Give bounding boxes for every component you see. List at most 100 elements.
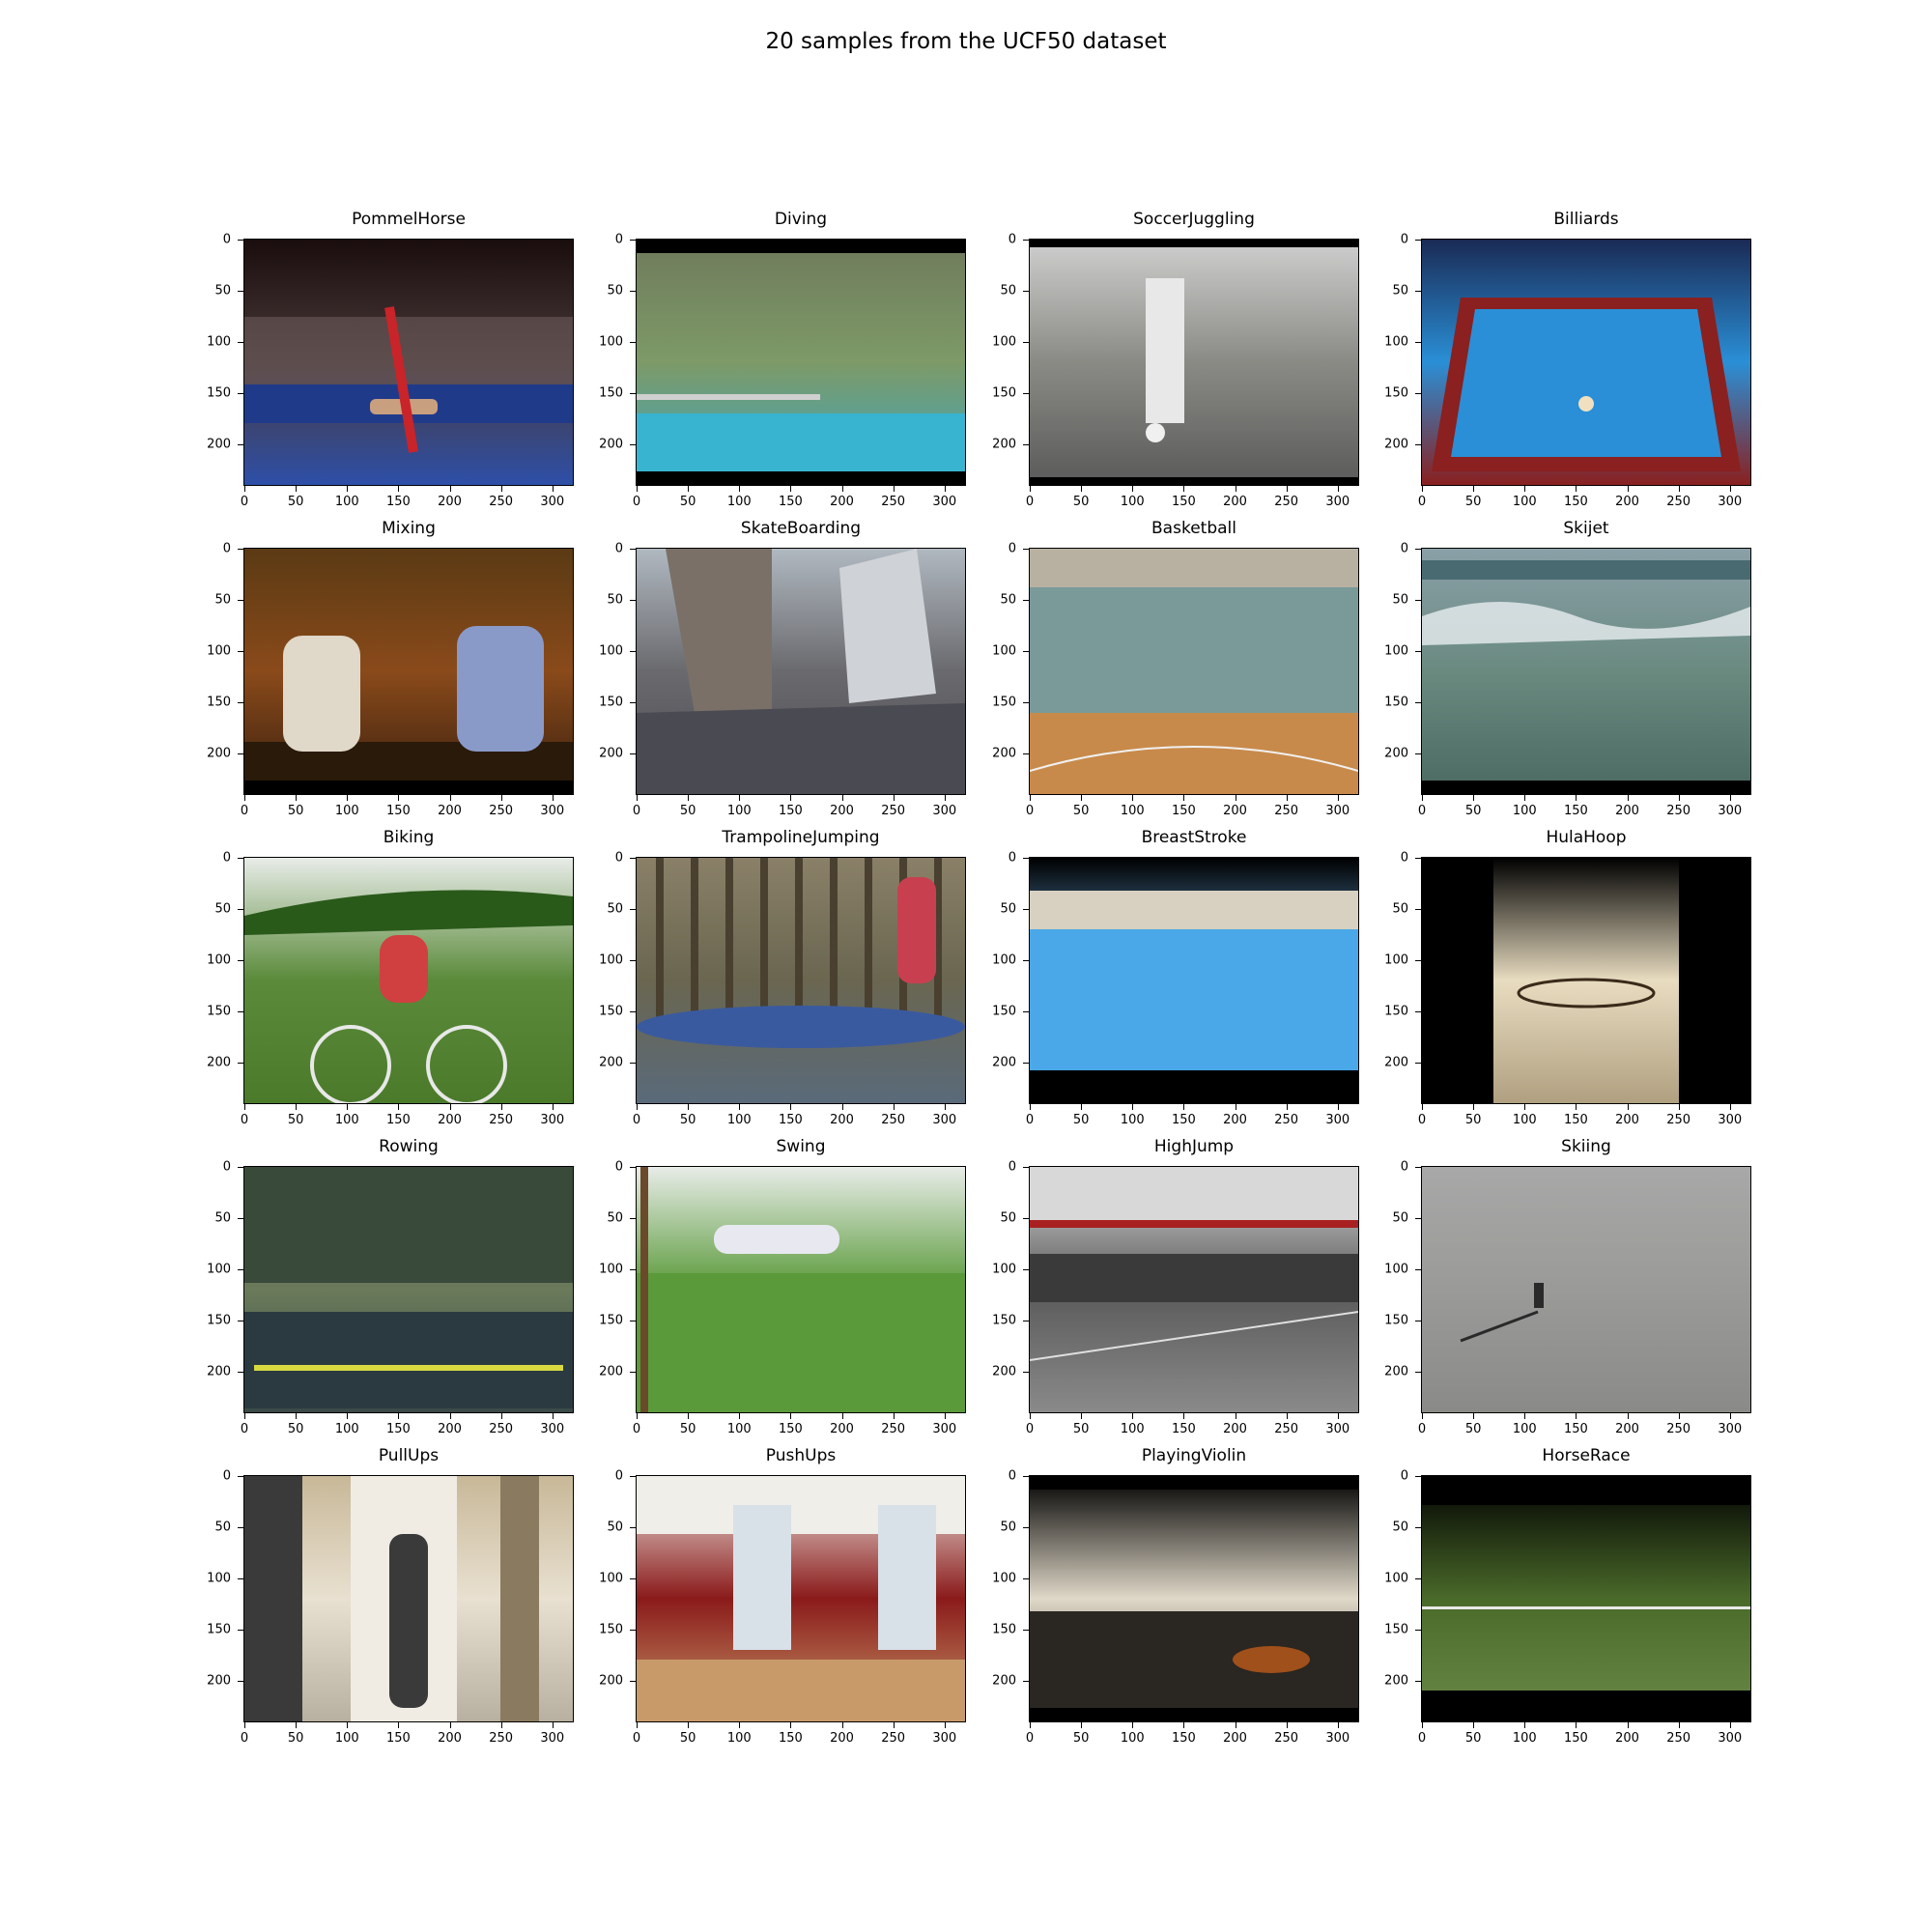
x-tick-mark [1183, 1104, 1185, 1110]
x-tick-label: 50 [1072, 804, 1090, 818]
y-tick-label: 50 [1000, 592, 1016, 608]
sample-frame-image [636, 548, 966, 795]
y-tick-mark [1415, 959, 1421, 961]
x-tick-label: 150 [1563, 1422, 1588, 1436]
x-tick-label: 200 [1223, 1731, 1247, 1746]
y-tick-label: 150 [599, 385, 623, 401]
y-tick-label: 50 [1392, 283, 1408, 298]
x-tick-mark [1473, 795, 1475, 801]
y-tick-mark [1415, 701, 1421, 703]
y-tick-mark [1415, 1167, 1421, 1168]
y-tick-label: 100 [207, 1262, 231, 1277]
y-tick-label: 0 [1400, 1159, 1408, 1175]
y-tick-mark [1415, 858, 1421, 859]
x-tick-mark [1678, 486, 1680, 492]
y-tick-label: 0 [222, 232, 231, 247]
x-tick-mark [1030, 1104, 1031, 1110]
x-tick-mark [244, 795, 245, 801]
x-tick-label: 100 [1512, 1422, 1537, 1436]
y-tick-label: 0 [1008, 541, 1016, 556]
x-tick-label: 200 [1615, 804, 1639, 818]
y-tick-mark [1023, 240, 1029, 241]
sample-label: PushUps [765, 1446, 837, 1465]
y-tick-mark [1415, 341, 1421, 343]
sample-panel: SkateBoarding 0 50 100 150 200 250 300 0 50 100 150… [599, 519, 966, 817]
sample-panel: Basketball 0 50 100 150 200 250 300 0 50 100 150 200 [992, 519, 1359, 817]
x-tick-mark [1422, 486, 1423, 492]
y-tick-mark [630, 549, 636, 550]
sample-frame-image [1029, 1475, 1359, 1722]
x-tick-label: 300 [932, 1113, 957, 1127]
y-tick-mark [1023, 1629, 1029, 1631]
x-tick-label: 150 [385, 804, 411, 818]
x-tick-mark [398, 486, 400, 492]
x-tick-label: 100 [726, 495, 752, 509]
x-tick-mark [1524, 486, 1526, 492]
x-tick-label: 0 [1417, 1422, 1427, 1436]
x-tick-mark [688, 486, 690, 492]
x-tick-mark [739, 1413, 741, 1419]
y-tick-label: 50 [607, 592, 623, 608]
x-tick-mark [790, 486, 792, 492]
x-tick-mark [244, 486, 245, 492]
y-tick-mark [238, 650, 243, 652]
y-tick-label: 0 [1008, 1159, 1016, 1175]
y-tick-label: 150 [1384, 695, 1408, 710]
x-tick-mark [841, 1413, 843, 1419]
sample-panel: BreastStroke 0 50 100 150 200 250 300 0 50 100 150 2… [992, 828, 1359, 1126]
x-tick-mark [739, 1722, 741, 1728]
x-tick-mark [1524, 1722, 1526, 1728]
x-tick-mark [1576, 1413, 1577, 1419]
x-tick-label: 100 [1512, 804, 1537, 818]
sample-label: TrampolineJumping [722, 828, 880, 847]
x-tick-label: 50 [1072, 1113, 1090, 1127]
x-tick-mark [893, 486, 895, 492]
y-tick-label: 50 [1000, 1520, 1016, 1535]
sample-frame-image [1421, 1475, 1751, 1722]
x-tick-label: 300 [932, 1422, 957, 1436]
x-tick-label: 300 [932, 804, 957, 818]
y-tick-label: 150 [1384, 1313, 1408, 1328]
y-tick-mark [238, 1167, 243, 1168]
y-tick-label: 100 [599, 1262, 623, 1277]
x-tick-label: 200 [1615, 495, 1639, 509]
sample-label: BreastStroke [1141, 828, 1247, 847]
x-tick-mark [1627, 1104, 1629, 1110]
x-tick-label: 250 [1274, 1422, 1299, 1436]
x-tick-mark [944, 1722, 946, 1728]
x-tick-mark [244, 1104, 245, 1110]
sample-frame-image [1029, 1166, 1359, 1413]
x-tick-label: 250 [1274, 804, 1299, 818]
x-tick-label: 300 [932, 1731, 957, 1746]
y-tick-mark [1415, 908, 1421, 910]
x-tick-label: 100 [1512, 1731, 1537, 1746]
x-tick-mark [1132, 1722, 1134, 1728]
sample-label: HorseRace [1542, 1446, 1631, 1465]
x-tick-label: 300 [540, 1731, 565, 1746]
x-tick-mark [296, 795, 298, 801]
sample-label: PommelHorse [352, 210, 466, 229]
x-tick-mark [1576, 486, 1577, 492]
x-tick-mark [1627, 486, 1629, 492]
x-tick-label: 150 [778, 1422, 803, 1436]
sample-frame-image [243, 857, 574, 1104]
x-tick-label: 250 [489, 804, 514, 818]
x-tick-label: 100 [334, 804, 359, 818]
y-tick-label: 150 [599, 1313, 623, 1328]
y-tick-mark [630, 1526, 636, 1528]
x-tick-label: 0 [1025, 1422, 1035, 1436]
sample-panel: Swing 0 50 100 150 200 250 300 0 50 100 150 200 [599, 1137, 966, 1435]
x-tick-mark [790, 1413, 792, 1419]
x-tick-label: 100 [334, 1731, 359, 1746]
x-tick-mark [1576, 1722, 1577, 1728]
y-tick-mark [1023, 858, 1029, 859]
x-tick-mark [398, 1104, 400, 1110]
y-tick-mark [630, 1476, 636, 1477]
y-tick-label: 100 [599, 334, 623, 350]
sample-label: HulaHoop [1546, 828, 1627, 847]
sample-frame-image [636, 1475, 966, 1722]
x-tick-mark [1729, 1722, 1731, 1728]
y-tick-label: 0 [1008, 1468, 1016, 1484]
y-tick-label: 200 [207, 1055, 231, 1070]
y-tick-label: 100 [992, 1571, 1016, 1586]
